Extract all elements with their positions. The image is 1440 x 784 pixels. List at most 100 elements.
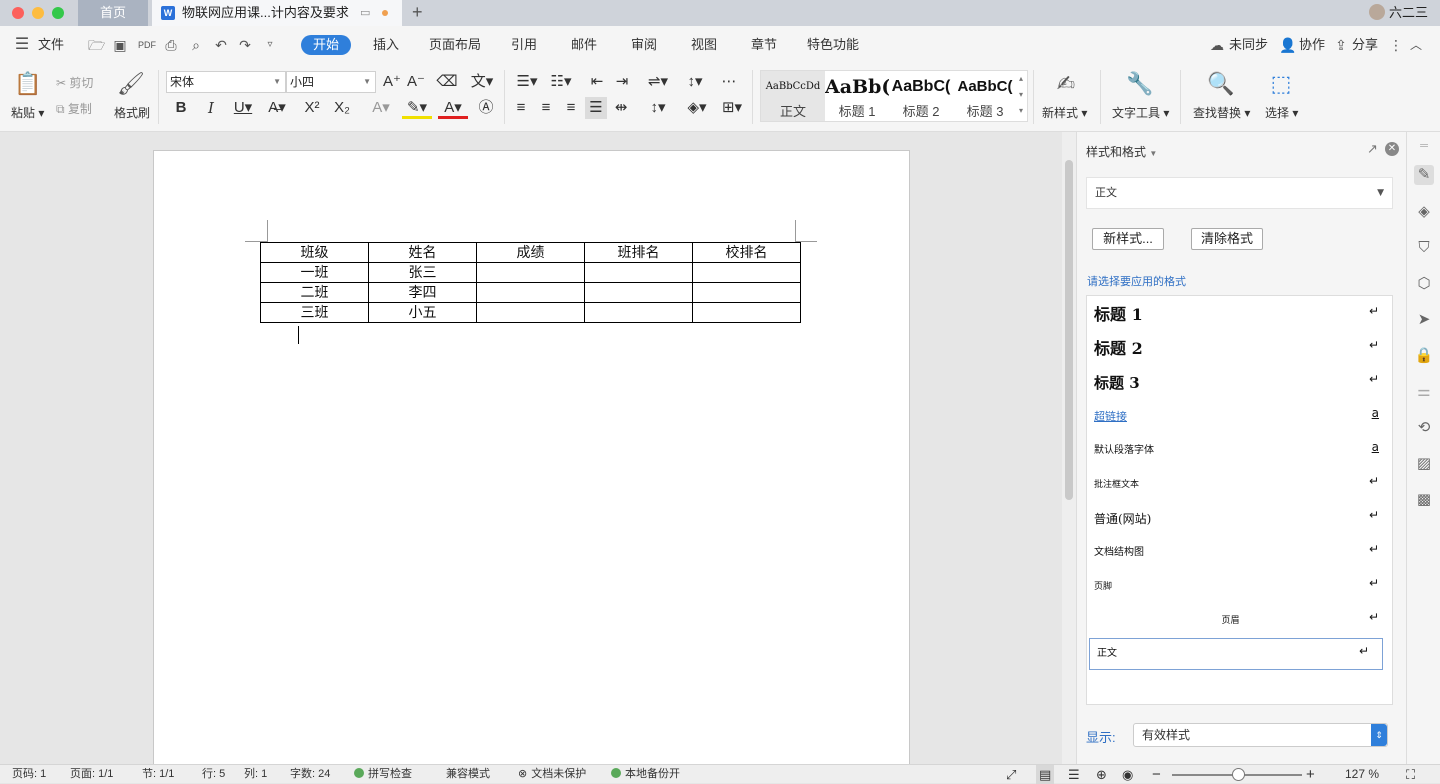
fit-window-icon[interactable]: ⛶	[1406, 765, 1415, 784]
column-status[interactable]: 列: 1	[244, 765, 267, 784]
export-pdf-icon[interactable]: PDF	[138, 37, 156, 53]
close-window-button[interactable]	[12, 7, 24, 19]
text-effects-icon[interactable]: A▾	[366, 97, 396, 119]
table-header-cell[interactable]: 姓名	[368, 242, 477, 263]
document-page[interactable]: 班级 姓名 成绩 班排名 校排名 一班 张三 二班 李四 三班 小五	[153, 150, 910, 770]
page-view-icon[interactable]: ▤	[1036, 765, 1055, 784]
shrink-font-icon[interactable]: A⁻	[405, 71, 427, 93]
list-item-footer[interactable]: 页脚 ↵	[1087, 570, 1392, 604]
style-heading-3[interactable]: AaBbC(标题 3	[953, 71, 1017, 121]
table-header-cell[interactable]: 校排名	[692, 242, 801, 263]
table-cell[interactable]	[476, 262, 585, 283]
undo-icon[interactable]: ↶	[213, 37, 229, 53]
minimize-window-button[interactable]	[32, 7, 44, 19]
table-cell[interactable]	[692, 282, 801, 303]
tab-insert[interactable]: 插入	[373, 26, 399, 64]
bullet-list-icon[interactable]: ☰▾	[512, 71, 542, 93]
table-cell[interactable]: 三班	[260, 302, 369, 323]
show-marks-icon[interactable]: ⋯	[718, 71, 740, 93]
zoom-level[interactable]: 127 %	[1345, 765, 1379, 784]
font-size-select[interactable]: 小四 ▼	[286, 71, 376, 93]
tab-special-features[interactable]: 特色功能	[807, 26, 859, 64]
table-cell[interactable]	[476, 302, 585, 323]
protect-status[interactable]: ⊗ 文档未保护	[518, 765, 586, 784]
row-status[interactable]: 行: 5	[202, 765, 225, 784]
new-style-icon[interactable]: ✍	[1052, 70, 1080, 98]
paste-button[interactable]: 粘贴 ▾	[11, 104, 44, 121]
table-cell[interactable]	[584, 282, 693, 303]
pointer-select-icon[interactable]: ➤	[1414, 310, 1434, 330]
outline-view-icon[interactable]: ☰	[1068, 765, 1080, 784]
style-pen-icon[interactable]: ✎	[1414, 165, 1434, 185]
new-style-button[interactable]: 新样式 ▾	[1042, 104, 1087, 121]
sort-icon[interactable]: ↕▾	[680, 71, 710, 93]
phonetic-guide-icon[interactable]: 文▾	[467, 71, 497, 93]
format-painter-icon[interactable]: 🖌	[117, 70, 145, 98]
sliders-icon[interactable]: ⚌	[1414, 382, 1434, 402]
print-icon[interactable]: ⎙	[163, 37, 179, 53]
line-spacing-icon[interactable]: ↕▾	[643, 97, 673, 119]
cloud-sync-icon[interactable]: ☁	[1209, 37, 1225, 53]
list-item-default-paragraph-font[interactable]: 默认段落字体 a	[1087, 434, 1392, 468]
table-cell[interactable]	[584, 302, 693, 323]
section-status[interactable]: 节: 1/1	[142, 765, 174, 784]
table-header-cell[interactable]: 班级	[260, 242, 369, 263]
subscript-icon[interactable]: X₂	[331, 97, 353, 119]
collaborate-button[interactable]: 协作	[1299, 26, 1325, 64]
history-icon[interactable]: ⟲	[1414, 418, 1434, 438]
list-item-header[interactable]: 页眉 ↵	[1087, 604, 1392, 638]
show-filter-select[interactable]: 有效样式 ⇕	[1133, 723, 1388, 747]
shading-icon[interactable]: ◈▾	[682, 97, 712, 119]
tab-chapter[interactable]: 章节	[751, 26, 777, 64]
decrease-indent-icon[interactable]: ⇤	[586, 71, 608, 93]
shapes-icon[interactable]: ◈	[1414, 202, 1434, 222]
clear-formatting-eraser-icon[interactable]: ⌫	[436, 71, 458, 93]
current-style-select[interactable]: 正文 ▼	[1086, 177, 1393, 209]
redo-icon[interactable]: ↷	[237, 37, 253, 53]
hamburger-menu-icon[interactable]: ☰	[14, 37, 30, 53]
new-style-button[interactable]: 新样式...	[1092, 228, 1164, 250]
list-item-normal-web[interactable]: 普通(网站) ↵	[1087, 502, 1392, 536]
strikethrough-icon[interactable]: A̶▾	[262, 97, 292, 119]
tab-review[interactable]: 审阅	[631, 26, 657, 64]
paste-icon[interactable]: 📋	[14, 70, 42, 98]
table-cell[interactable]	[476, 282, 585, 303]
web-view-icon[interactable]: ⊕	[1096, 765, 1107, 784]
backup-status[interactable]: 本地备份开	[611, 765, 680, 784]
hexagon-settings-icon[interactable]: ⬡	[1414, 274, 1434, 294]
share-icon[interactable]: ⇪	[1333, 37, 1349, 53]
italic-icon[interactable]: I	[200, 97, 222, 119]
file-menu[interactable]: 文件	[38, 26, 64, 64]
copy-button[interactable]: ⧉ 复制	[56, 100, 92, 117]
list-item-document-map[interactable]: 文档结构图 ↵	[1087, 536, 1392, 570]
word-count-status[interactable]: 字数: 24	[290, 765, 330, 784]
styles-scroll-icon[interactable]: ▴ ▾ ▾	[1019, 71, 1023, 119]
monitor-icon[interactable]: ▭	[360, 0, 370, 26]
clear-format-button[interactable]: 清除格式	[1191, 228, 1263, 250]
vertical-scrollbar[interactable]	[1062, 132, 1076, 764]
user-account[interactable]: 六二三	[1368, 0, 1428, 26]
pages-status[interactable]: 页面: 1/1	[70, 765, 113, 784]
image-edit-icon[interactable]: ▨	[1414, 454, 1434, 474]
table-cell[interactable]: 小五	[368, 302, 477, 323]
table-cell[interactable]: 二班	[260, 282, 369, 303]
increase-indent-icon[interactable]: ⇥	[611, 71, 633, 93]
share-button[interactable]: 分享	[1352, 26, 1378, 64]
zoom-slider-thumb[interactable]	[1232, 768, 1245, 781]
lock-icon[interactable]: 🔒	[1414, 346, 1434, 366]
find-replace-button[interactable]: 查找替换 ▾	[1193, 104, 1250, 121]
new-tab-plus-icon[interactable]: +	[412, 0, 423, 24]
tab-start[interactable]: 开始	[301, 35, 351, 55]
table-cell[interactable]	[692, 302, 801, 323]
select-cursor-icon[interactable]: ⬚	[1267, 70, 1295, 98]
text-tools-button[interactable]: 文字工具 ▾	[1112, 104, 1169, 121]
table-cell[interactable]	[584, 262, 693, 283]
cut-button[interactable]: ✂ 剪切	[56, 74, 93, 91]
table-header-cell[interactable]: 班排名	[584, 242, 693, 263]
select-button[interactable]: 选择 ▾	[1265, 104, 1298, 121]
bold-icon[interactable]: B	[170, 97, 192, 119]
tab-page-layout[interactable]: 页面布局	[429, 26, 481, 64]
fill-icon[interactable]: ⛉	[1414, 238, 1434, 258]
wrench-icon[interactable]: 🔧	[1126, 70, 1154, 98]
page-number-status[interactable]: 页码: 1	[12, 765, 46, 784]
